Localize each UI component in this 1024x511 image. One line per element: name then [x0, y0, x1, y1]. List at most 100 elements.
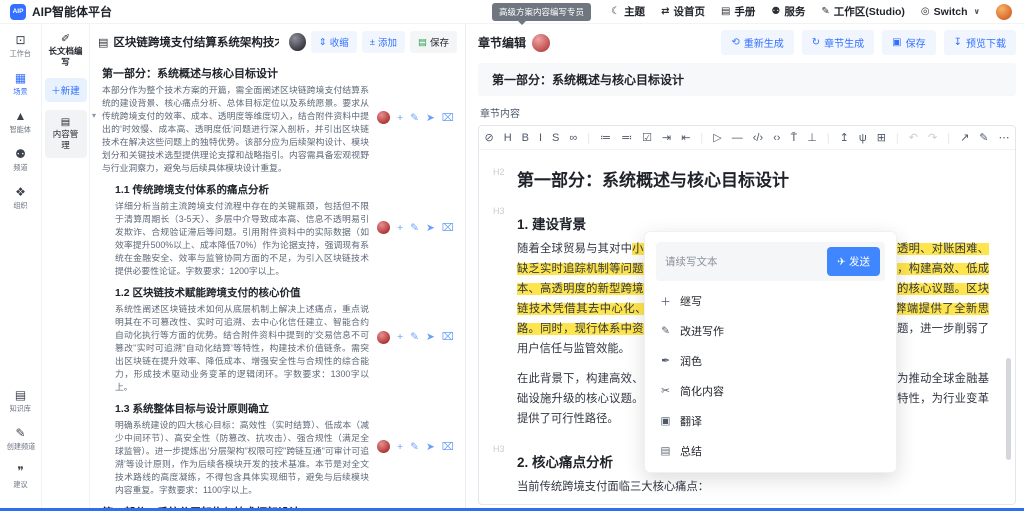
- collapse-button[interactable]: ⇕ 收缩: [311, 31, 357, 53]
- toolbar-icon-5[interactable]: ∞: [569, 132, 577, 144]
- nav-item-set-home[interactable]: ⇄设首页: [661, 4, 705, 19]
- toolbar-icon-10[interactable]: ⇥: [662, 132, 671, 144]
- scenes-icon: ▦: [15, 72, 26, 85]
- sidebar-item-create-channel[interactable]: ✎创建频道: [6, 427, 36, 452]
- nav-item-studio[interactable]: ✎工作区(Studio): [821, 4, 905, 19]
- toolbar-icon-24[interactable]: ↶: [909, 132, 918, 144]
- generate-node-icon[interactable]: ➤: [426, 112, 435, 124]
- toolbar-icon-3[interactable]: I: [539, 132, 542, 144]
- add-node-icon[interactable]: +: [397, 331, 403, 343]
- toolbar-icon-9[interactable]: ☑: [642, 132, 652, 144]
- add-section-button[interactable]: ± 添加: [362, 31, 405, 53]
- nav-item-service[interactable]: ⚉服务: [771, 4, 805, 19]
- delete-node-icon[interactable]: ⌧: [442, 331, 454, 343]
- menu-item-summarize[interactable]: ▤总结: [656, 436, 885, 466]
- toolbar-icon-18[interactable]: ⊥: [807, 132, 817, 144]
- menu-item-simplify-content[interactable]: ✂简化内容: [656, 376, 885, 406]
- toolbar-icon-13[interactable]: ▷: [713, 132, 721, 144]
- sidebar-item-feedback[interactable]: ❞建议: [13, 465, 28, 490]
- section-agent-avatar[interactable]: [377, 221, 390, 234]
- menu-item-continue-writing[interactable]: ＋继写: [656, 286, 885, 316]
- document-title[interactable]: 区块链跨境支付结算系统架构技术方案: [113, 34, 279, 50]
- outline-agent-avatar[interactable]: [289, 33, 305, 51]
- generate-node-icon[interactable]: ➤: [426, 222, 435, 234]
- editor-scrollbar-thumb[interactable]: [1006, 358, 1011, 460]
- toolbar-icon-11[interactable]: ⇤: [681, 132, 690, 144]
- section-heading[interactable]: 1.3 系统整体目标与设计原则确立: [115, 401, 369, 416]
- section-heading[interactable]: 第一部分：系统概述与核心目标设计: [102, 65, 369, 81]
- sidebar-item-scenes[interactable]: ▦场景: [13, 72, 28, 97]
- toolbar-icon-28[interactable]: ✎: [979, 132, 988, 144]
- regenerate-button[interactable]: ⟲ 重新生成: [721, 30, 793, 55]
- content-manage-button[interactable]: ▤ 内容管理: [45, 110, 87, 158]
- toolbar-separator: |: [587, 132, 590, 144]
- section-agent-avatar[interactable]: [377, 440, 390, 453]
- sidebar-item-channels[interactable]: ⚉频道: [13, 148, 28, 173]
- edit-node-icon[interactable]: ✎: [410, 112, 419, 124]
- toolbar-icon-27[interactable]: ↗: [960, 132, 969, 144]
- refresh-icon: ↻: [812, 37, 820, 48]
- nav-item-switch[interactable]: ◎Switch∨: [921, 6, 980, 18]
- preview-download-button[interactable]: ↧ 预览下载: [944, 30, 1016, 55]
- toolbar-icon-22[interactable]: ⊞: [877, 132, 886, 144]
- section-body[interactable]: 系统性阐述区块链技术如何从底层机制上解决上述痛点，重点说明其在不可篡改性、实时可…: [115, 303, 369, 394]
- toolbar-icon-8[interactable]: ≕: [621, 132, 632, 144]
- sidebar-item-workbench[interactable]: ⊡工作台: [9, 34, 32, 59]
- generate-chapter-button[interactable]: ↻ 章节生成: [802, 30, 874, 55]
- delete-node-icon[interactable]: ⌧: [442, 112, 454, 124]
- toolbar-icon-20[interactable]: ↥: [840, 132, 849, 144]
- section-body[interactable]: 明确系统建设的四大核心目标：高效性（实时结算）、低成本（减少中间环节）、高安全性…: [115, 419, 369, 497]
- sidebar-item-organization[interactable]: ❖组织: [13, 186, 28, 211]
- toolbar-icon-29[interactable]: ⋯: [999, 132, 1010, 144]
- add-node-icon[interactable]: +: [397, 441, 403, 453]
- user-avatar[interactable]: [996, 4, 1012, 20]
- sidebar-item-long-doc-writing[interactable]: ✐ 长文档编写: [48, 32, 84, 68]
- toolbar-icon-2[interactable]: B: [522, 132, 529, 144]
- toolbar-icon-16[interactable]: ‹›: [773, 132, 780, 144]
- continue-writing-input[interactable]: 请续写文本 ✈ 发送: [656, 242, 885, 281]
- sidebar-item-label: 知识库: [10, 403, 31, 413]
- toolbar-icon-7[interactable]: ≔: [600, 132, 611, 144]
- add-node-icon[interactable]: +: [397, 112, 403, 124]
- toolbar-icon-21[interactable]: ψ: [859, 132, 867, 144]
- toolbar-icon-25[interactable]: ↷: [928, 132, 937, 144]
- save-button[interactable]: ▣ 保存: [882, 30, 935, 55]
- editor-agent-avatar[interactable]: [532, 34, 550, 52]
- toolbar-icon-17[interactable]: T̄: [790, 132, 797, 144]
- add-node-icon[interactable]: +: [397, 222, 403, 234]
- chevron-down-icon: ∨: [974, 7, 981, 16]
- menu-item-polish[interactable]: ✒润色: [656, 346, 885, 376]
- outline-save-button[interactable]: ▤ 保存: [410, 31, 457, 53]
- menu-item-translate[interactable]: ▣翻译: [656, 406, 885, 436]
- menu-item-improve-writing[interactable]: ✎改进写作: [656, 316, 885, 346]
- toolbar-icon-0[interactable]: ⊘: [484, 132, 493, 144]
- section-body[interactable]: 详细分析当前主流跨境支付流程中存在的关键瓶颈，包括但不限于清算周期长（3-5天）…: [115, 200, 369, 278]
- studio-icon: ✎: [821, 6, 829, 17]
- nav-item-theme[interactable]: ☾主题: [611, 4, 645, 19]
- section-agent-avatar[interactable]: [377, 331, 390, 344]
- edit-node-icon[interactable]: ✎: [410, 222, 419, 234]
- section-heading[interactable]: 1.1 传统跨境支付体系的痛点分析: [115, 182, 369, 197]
- service-icon: ⚉: [771, 6, 780, 17]
- edit-node-icon[interactable]: ✎: [410, 441, 419, 453]
- section-heading[interactable]: 1.2 区块链技术赋能跨境支付的核心价值: [115, 285, 369, 300]
- section-agent-avatar[interactable]: [377, 111, 390, 124]
- sidebar-item-knowledge-base[interactable]: ▤知识库: [9, 389, 32, 414]
- section-main: ▾第一部分：系统概述与核心目标设计本部分作为整个技术方案的开篇，需全面阐述区块链…: [102, 60, 377, 175]
- generate-node-icon[interactable]: ➤: [426, 331, 435, 343]
- nav-item-handbook[interactable]: ▤手册: [721, 4, 755, 19]
- section-body[interactable]: 本部分作为整个技术方案的开篇，需全面阐述区块链跨境支付结算系统的建设背景、核心痛…: [102, 84, 369, 175]
- generate-node-icon[interactable]: ➤: [426, 441, 435, 453]
- toolbar-icon-1[interactable]: H: [504, 132, 512, 144]
- new-document-button[interactable]: ＋新建: [45, 78, 87, 102]
- toolbar-icon-4[interactable]: S: [552, 132, 559, 144]
- delete-node-icon[interactable]: ⌧: [442, 222, 454, 234]
- send-button[interactable]: ✈ 发送: [827, 247, 880, 276]
- editor-panel-title: 章节编辑: [478, 34, 526, 51]
- edit-node-icon[interactable]: ✎: [410, 331, 419, 343]
- sidebar-item-label: 频道: [13, 162, 27, 172]
- toolbar-icon-15[interactable]: ‹/›: [753, 132, 763, 144]
- sidebar-item-agents[interactable]: ▲智能体: [9, 110, 32, 135]
- toolbar-icon-14[interactable]: —: [732, 132, 743, 144]
- delete-node-icon[interactable]: ⌧: [442, 441, 454, 453]
